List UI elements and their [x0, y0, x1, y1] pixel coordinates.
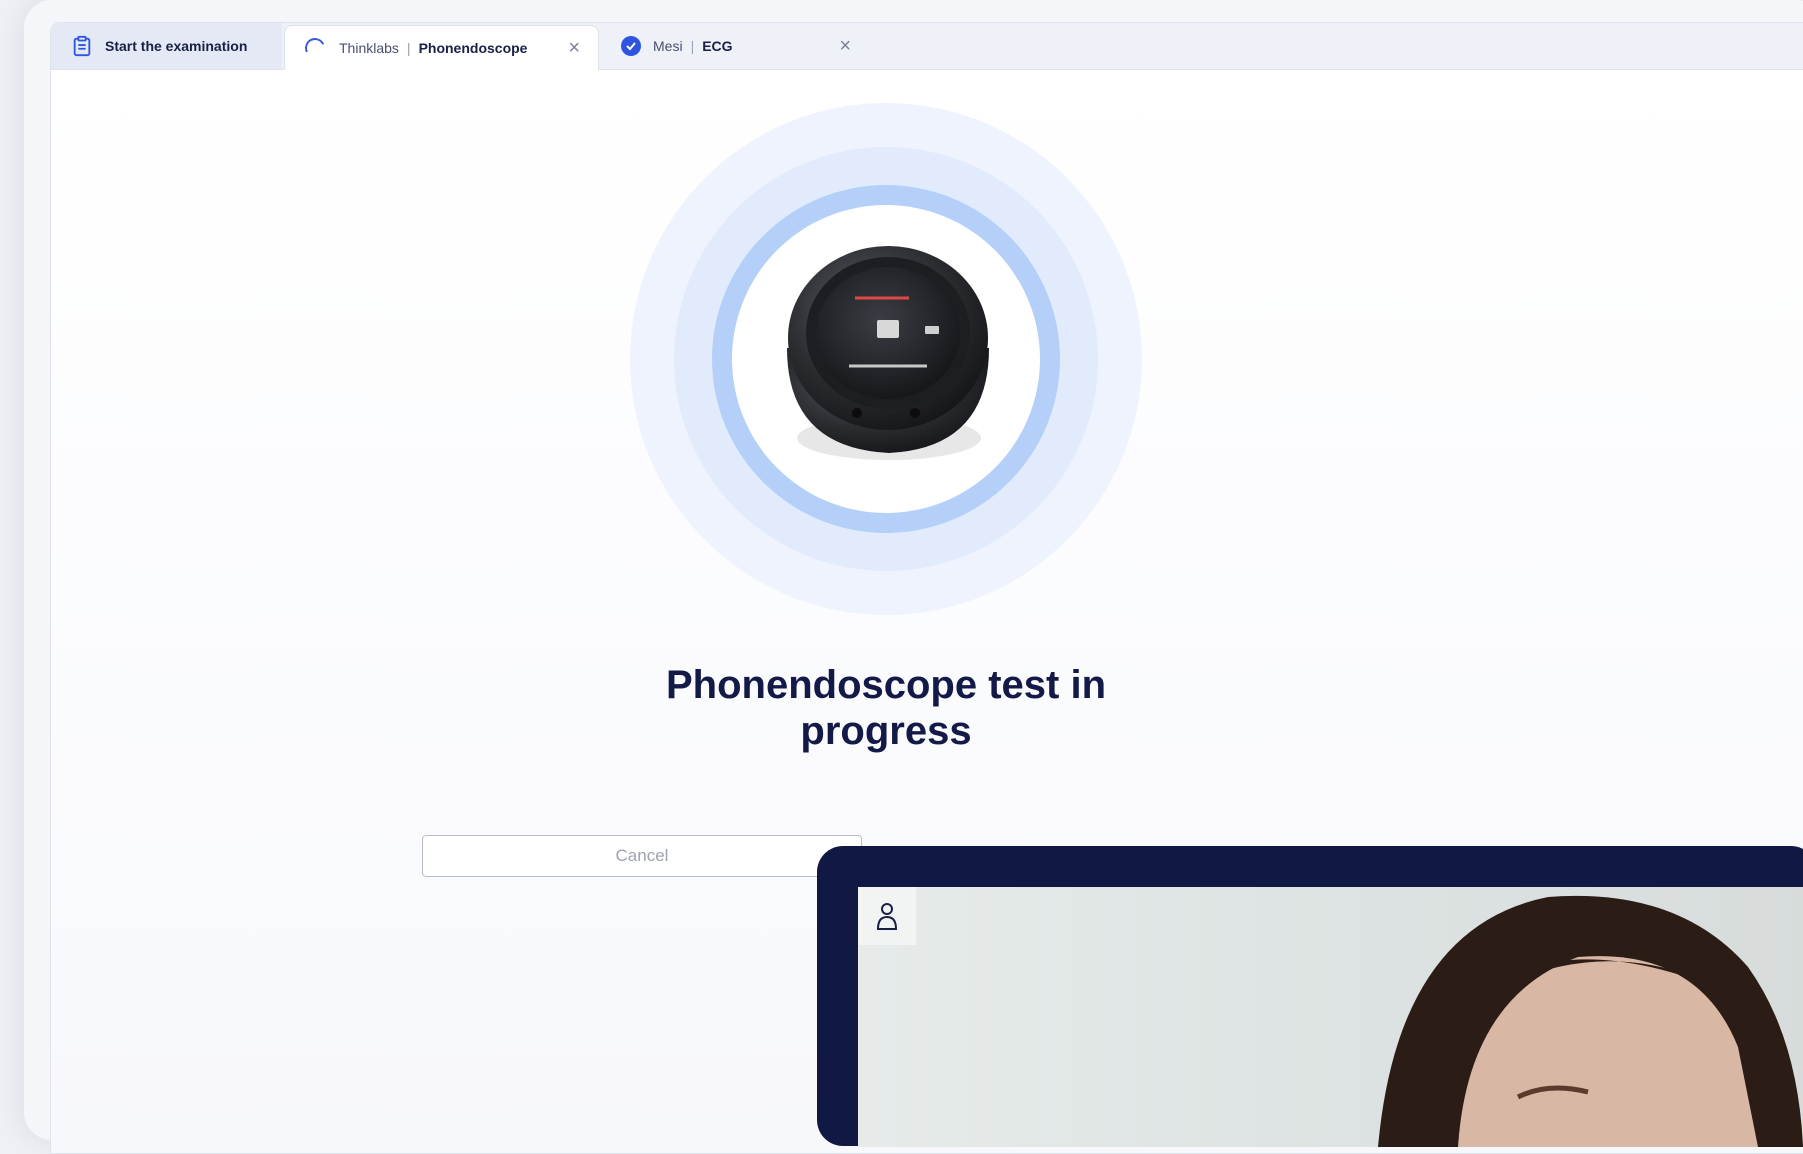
tab-label: Phonendoscope — [418, 40, 528, 56]
spinner-icon — [302, 35, 328, 61]
participant-video-image — [1378, 895, 1803, 1147]
page-title: Phonendoscope test in progress — [665, 663, 1107, 753]
tab-brand: Mesi — [653, 38, 683, 54]
tab-start-examination[interactable]: Start the examination — [51, 23, 282, 69]
check-circle-icon — [621, 36, 641, 56]
clipboard-icon — [73, 35, 91, 57]
video-feed — [858, 887, 1803, 1147]
tab-thinklabs-phonendoscope[interactable]: Thinklabs | Phonendoscope × — [284, 25, 599, 70]
user-icon — [876, 903, 898, 930]
tab-separator: | — [690, 38, 695, 54]
cancel-button[interactable]: Cancel — [422, 835, 862, 877]
tab-brand: Thinklabs — [339, 40, 399, 56]
tab-separator: | — [406, 40, 411, 56]
tab-label: Start the examination — [105, 38, 248, 54]
close-icon[interactable]: × — [568, 37, 580, 60]
tab-mesi-ecg[interactable]: Mesi | ECG × — [599, 23, 869, 69]
close-icon[interactable]: × — [839, 35, 851, 58]
tab-label: ECG — [702, 38, 733, 54]
tab-bar: Start the examination Thinklabs | Phonen… — [51, 23, 1803, 70]
user-button[interactable] — [858, 887, 916, 945]
phonendoscope-device-image — [787, 246, 989, 460]
